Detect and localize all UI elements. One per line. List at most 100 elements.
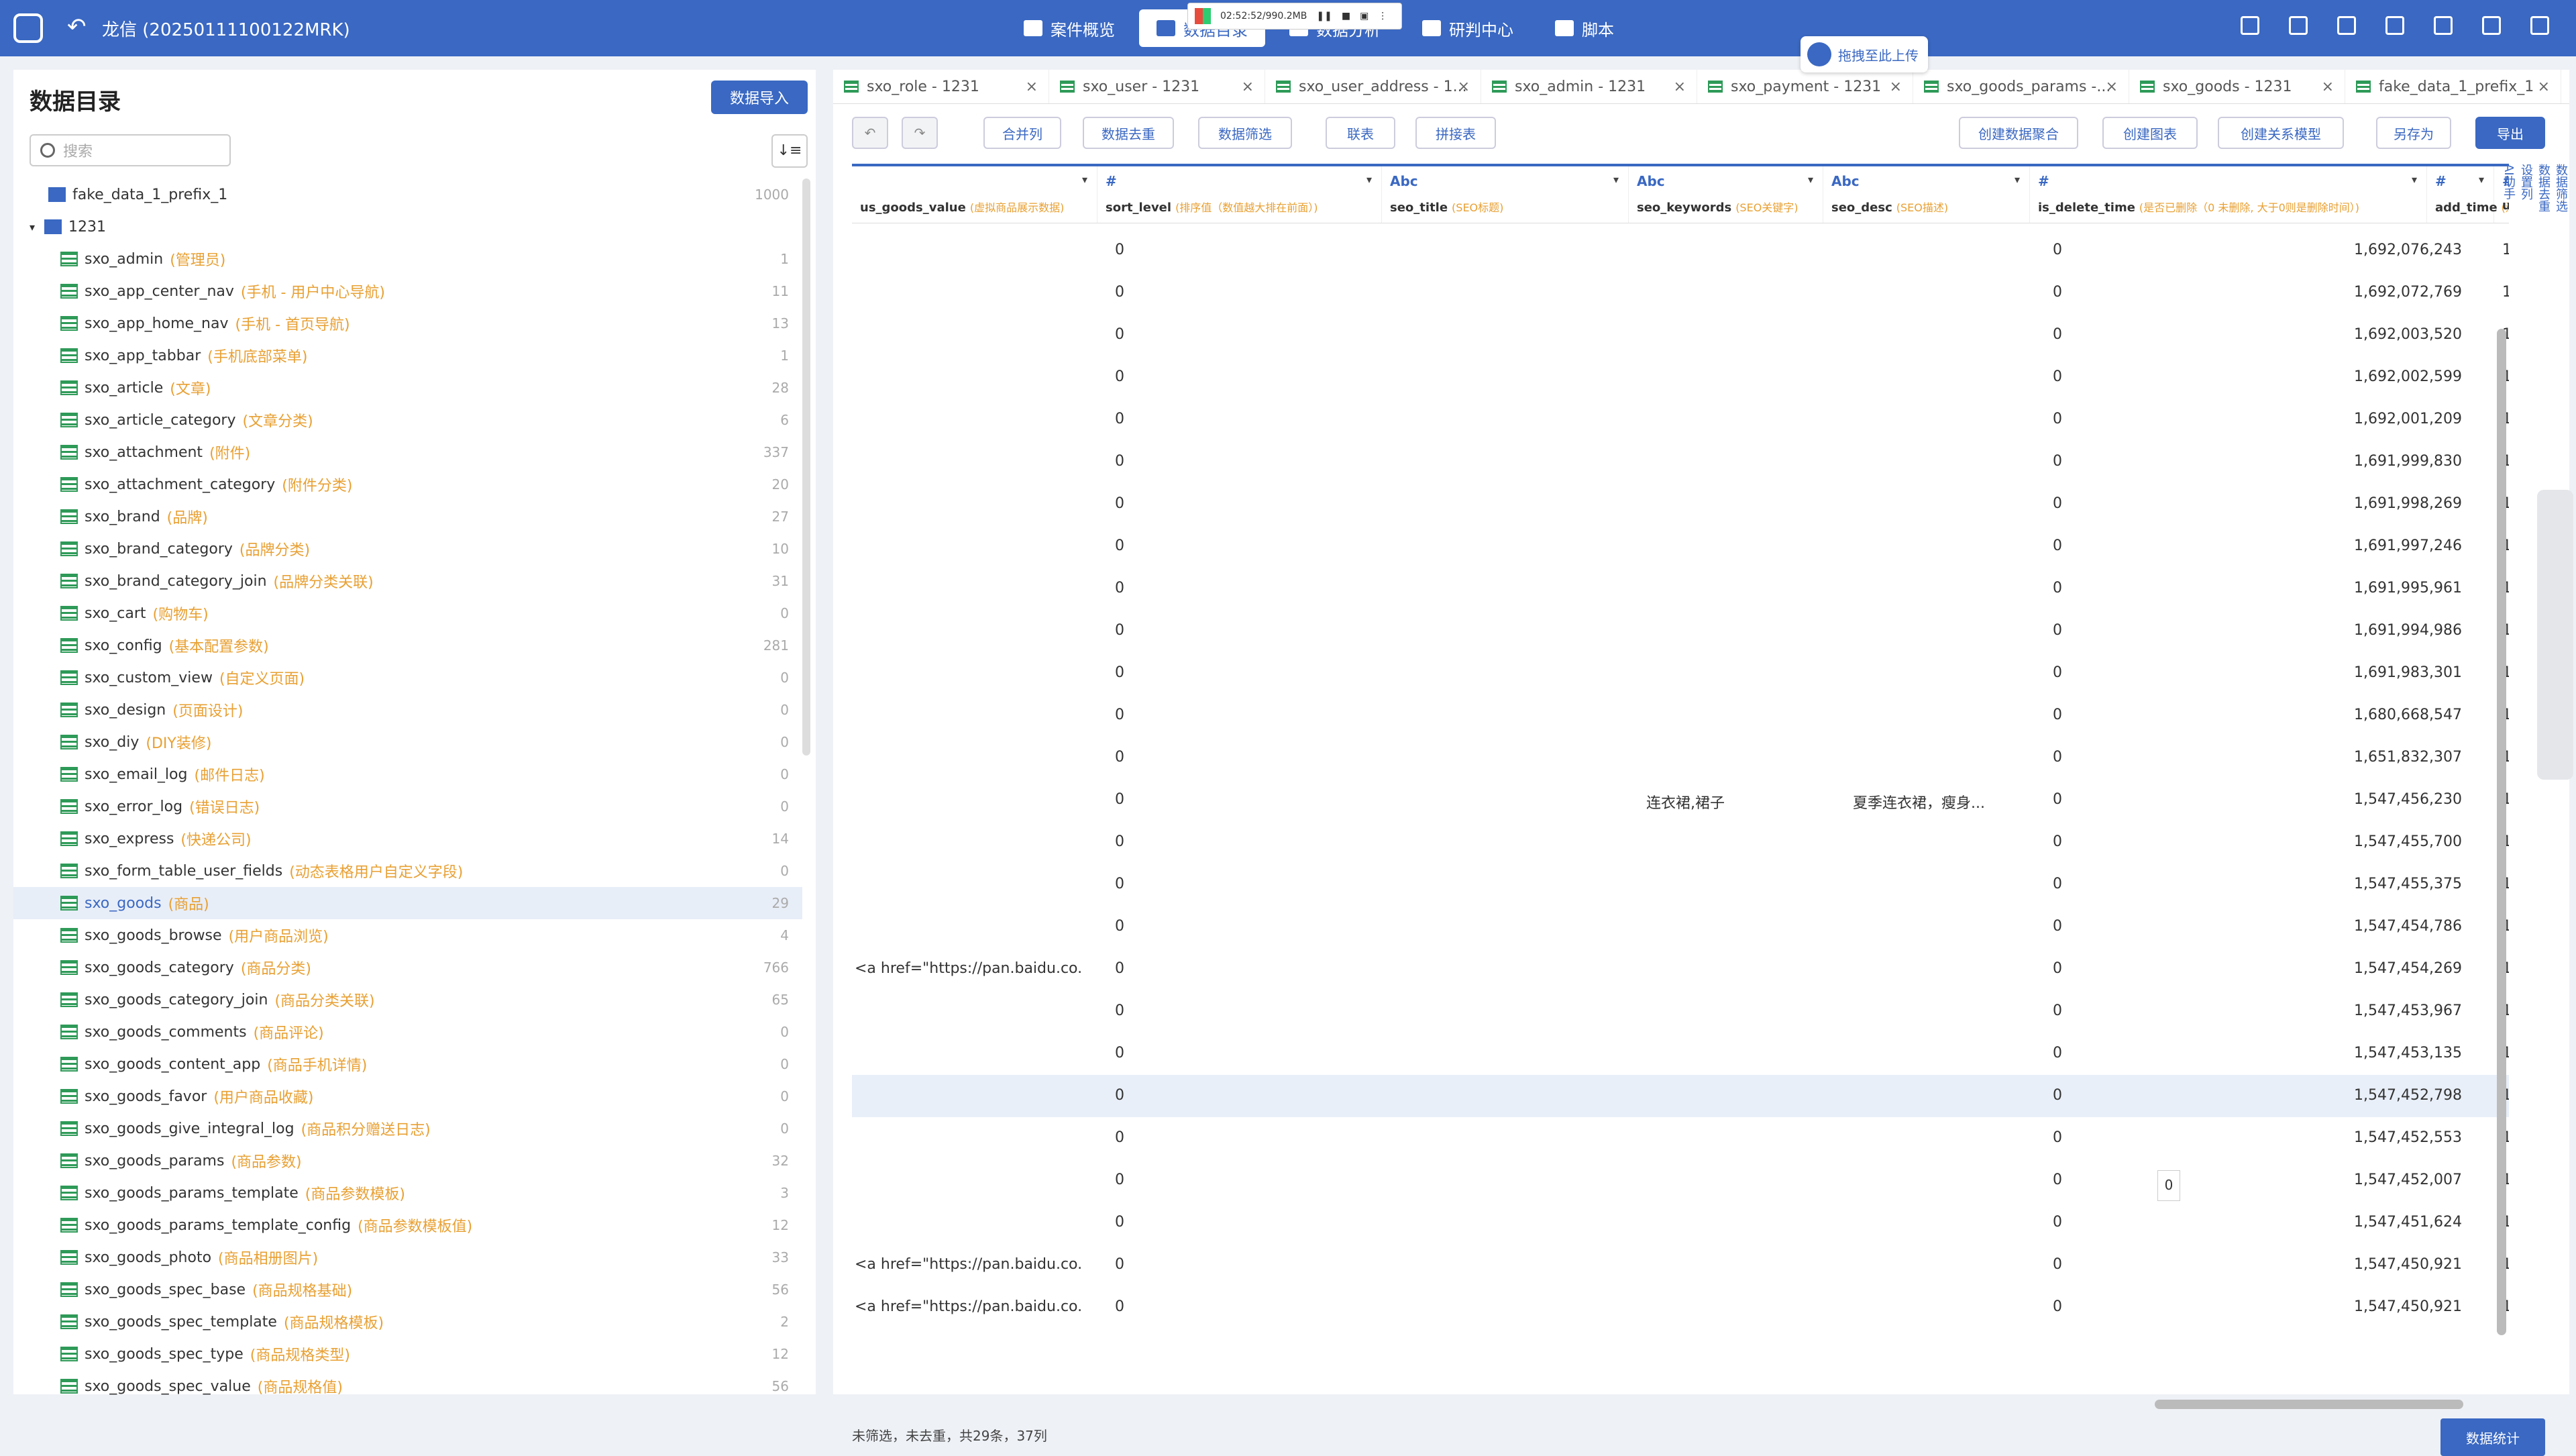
column-menu-icon[interactable]: ▾ bbox=[1082, 173, 1087, 186]
close-tab-icon[interactable]: × bbox=[2106, 79, 2118, 95]
cell[interactable]: 0 bbox=[1115, 242, 1124, 258]
table-row[interactable]: 001,547,452,5531, bbox=[852, 1117, 2509, 1159]
minimize-icon[interactable] bbox=[2434, 16, 2453, 35]
tree-item[interactable]: sxo_app_tabbar (手机底部菜单) 1 bbox=[13, 340, 802, 372]
column-header[interactable]: Abc ▾ seo_keywords (SEO关键字) bbox=[1629, 166, 1823, 223]
tree-item[interactable]: sxo_goods (商品) 29 bbox=[13, 887, 802, 919]
create-aggregate-button[interactable]: 创建数据聚合 bbox=[1959, 117, 2078, 149]
cell[interactable]: 0 bbox=[1115, 622, 1124, 639]
cell[interactable]: 0 bbox=[1115, 833, 1124, 850]
tree-item[interactable]: sxo_goods_spec_type (商品规格类型) 12 bbox=[13, 1338, 802, 1370]
tab[interactable]: fake_data_1_prefix_1 × bbox=[2345, 70, 2561, 103]
cell[interactable]: 1,547,455,375 bbox=[2328, 876, 2462, 892]
nav-script[interactable]: 脚本 bbox=[1538, 9, 1631, 47]
tree-item[interactable]: sxo_goods_params (商品参数) 32 bbox=[13, 1145, 802, 1177]
table-row[interactable]: 001,547,451,6241, bbox=[852, 1202, 2509, 1244]
tree-item[interactable]: sxo_diy (DIY装修) 0 bbox=[13, 726, 802, 758]
dedup-button[interactable]: 数据去重 bbox=[1083, 117, 1174, 149]
column-menu-icon[interactable]: ▾ bbox=[2015, 173, 2020, 186]
cell[interactable]: 1,692,072,769 bbox=[2328, 284, 2462, 301]
close-tab-icon[interactable]: × bbox=[1890, 79, 1902, 95]
more-icon[interactable]: ⋮ bbox=[1378, 11, 1387, 21]
cell[interactable]: 0 bbox=[1115, 1129, 1124, 1146]
cell[interactable]: 1,691,995,961 bbox=[2328, 580, 2462, 596]
cell[interactable]: 0 bbox=[2053, 1172, 2062, 1188]
cell[interactable]: 0 bbox=[2053, 1002, 2062, 1019]
tree-item[interactable]: sxo_custom_view (自定义页面) 0 bbox=[13, 662, 802, 694]
close-tab-icon[interactable]: × bbox=[2322, 79, 2334, 95]
tree-item[interactable]: sxo_brand_category (品牌分类) 10 bbox=[13, 533, 802, 565]
cell[interactable]: 0 bbox=[1115, 326, 1124, 343]
cell[interactable]: <a href="https://pan.baidu.co... bbox=[855, 960, 1083, 977]
table-row[interactable]: 001,547,454,7861, bbox=[852, 906, 2509, 948]
table-row[interactable]: 001,547,455,3751, bbox=[852, 864, 2509, 906]
table-row[interactable]: 001,691,995,9611, bbox=[852, 568, 2509, 610]
tree-item[interactable]: sxo_admin (管理员) 1 bbox=[13, 243, 802, 275]
table-row[interactable]: 001,691,994,9861, bbox=[852, 610, 2509, 652]
cell[interactable]: 0 bbox=[2053, 1129, 2062, 1146]
tree-item[interactable]: sxo_goods_browse (用户商品浏览) 4 bbox=[13, 919, 802, 951]
column-menu-icon[interactable]: ▾ bbox=[1366, 173, 1372, 186]
tree-item[interactable]: sxo_error_log (错误日志) 0 bbox=[13, 790, 802, 823]
table-row[interactable]: 001,651,832,3071, bbox=[852, 737, 2509, 779]
table-row[interactable]: 001,547,455,7001, bbox=[852, 821, 2509, 864]
caret-down-icon[interactable]: ▾ bbox=[30, 221, 35, 233]
cell[interactable]: 0 bbox=[2053, 833, 2062, 850]
close-tab-icon[interactable]: × bbox=[1674, 79, 1686, 95]
cell[interactable]: 夏季连衣裙，瘦身... bbox=[1853, 791, 1985, 813]
tree-root[interactable]: fake_data_1_prefix_1 1000 bbox=[13, 178, 802, 211]
tree-item[interactable]: sxo_goods_category_join (商品分类关联) 65 bbox=[13, 984, 802, 1016]
close-tab-icon[interactable]: × bbox=[1242, 79, 1254, 95]
table-row[interactable]: 001,680,668,5471, bbox=[852, 694, 2509, 737]
redo-button[interactable]: ↷ bbox=[902, 117, 938, 149]
cell[interactable]: 0 bbox=[2053, 876, 2062, 892]
undo-button[interactable]: ↶ bbox=[852, 117, 888, 149]
toolbox-icon[interactable] bbox=[2337, 16, 2356, 35]
cell[interactable]: 0 bbox=[1115, 580, 1124, 596]
check-icon[interactable] bbox=[2241, 16, 2259, 35]
data-stats-button[interactable]: 数据统计 bbox=[2440, 1418, 2545, 1456]
cell[interactable]: 0 bbox=[1115, 1002, 1124, 1019]
create-relation-button[interactable]: 创建关系模型 bbox=[2218, 117, 2344, 149]
cell[interactable]: 1,547,452,007 bbox=[2328, 1172, 2462, 1188]
cell[interactable]: 1,547,451,624 bbox=[2328, 1214, 2462, 1231]
create-chart-button[interactable]: 创建图表 bbox=[2102, 117, 2198, 149]
tree-item[interactable]: sxo_express (快递公司) 14 bbox=[13, 823, 802, 855]
concat-table-button[interactable]: 拼接表 bbox=[1415, 117, 1496, 149]
table-row[interactable]: 001,547,453,9671, bbox=[852, 990, 2509, 1033]
side-tool-button[interactable]: AI助手 bbox=[2500, 164, 2517, 620]
screenshot-icon[interactable]: ▣ bbox=[1360, 11, 1368, 21]
tree-item[interactable]: sxo_goods_content_app (商品手机详情) 0 bbox=[13, 1048, 802, 1080]
cell[interactable]: 0 bbox=[2053, 242, 2062, 258]
column-header[interactable]: Abc ▾ seo_title (SEO标题) bbox=[1382, 166, 1629, 223]
close-icon[interactable] bbox=[2530, 16, 2549, 35]
column-menu-icon[interactable]: ▾ bbox=[2412, 173, 2417, 186]
cell[interactable]: 0 bbox=[1115, 1214, 1124, 1231]
table-row[interactable]: 001,547,452,0071, bbox=[852, 1159, 2509, 1202]
cell[interactable]: 1,692,076,243 bbox=[2328, 242, 2462, 258]
cell[interactable]: 0 bbox=[2053, 918, 2062, 935]
tab[interactable]: sxo_goods - 1231 × bbox=[2129, 70, 2345, 103]
table-row[interactable]: 001,691,997,2461, bbox=[852, 525, 2509, 568]
tree-item[interactable]: sxo_goods_spec_template (商品规格模板) 2 bbox=[13, 1306, 802, 1338]
stop-icon[interactable]: ■ bbox=[1342, 11, 1350, 21]
cell[interactable]: 1,547,452,553 bbox=[2328, 1129, 2462, 1146]
tree-item[interactable]: sxo_app_home_nav (手机 - 首页导航) 13 bbox=[13, 307, 802, 340]
cell[interactable]: 0 bbox=[2053, 749, 2062, 766]
cell[interactable]: 1,547,454,786 bbox=[2328, 918, 2462, 935]
sort-button[interactable]: ↓≡ bbox=[771, 134, 808, 168]
cell[interactable]: 1,691,998,269 bbox=[2328, 495, 2462, 512]
back-icon[interactable]: ↶ bbox=[67, 13, 87, 40]
tree-item[interactable]: sxo_brand_category_join (品牌分类关联) 31 bbox=[13, 565, 802, 597]
close-tab-icon[interactable]: × bbox=[2538, 79, 2550, 95]
cell[interactable]: 1,547,456,230 bbox=[2328, 791, 2462, 808]
cell[interactable]: 0 bbox=[2053, 1256, 2062, 1273]
menu-icon[interactable] bbox=[2385, 16, 2404, 35]
cell[interactable]: 0 bbox=[1115, 876, 1124, 892]
tree-item[interactable]: sxo_article_category (文章分类) 6 bbox=[13, 404, 802, 436]
tree-scrollbar[interactable] bbox=[802, 178, 810, 756]
cell[interactable]: 1,691,997,246 bbox=[2328, 537, 2462, 554]
cell[interactable]: 0 bbox=[2053, 960, 2062, 977]
cell[interactable]: 0 bbox=[1115, 495, 1124, 512]
cell[interactable]: 0 bbox=[2053, 707, 2062, 723]
